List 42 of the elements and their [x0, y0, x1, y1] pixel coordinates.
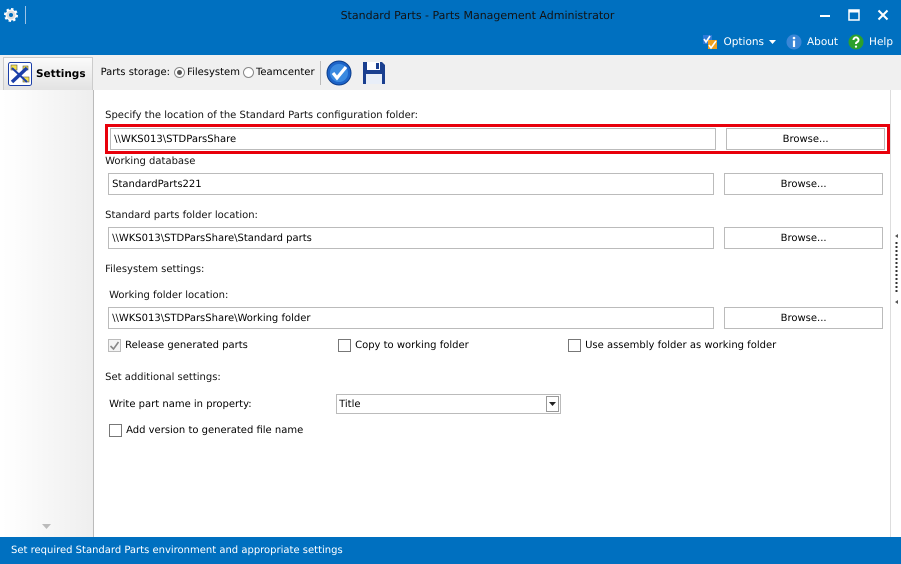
section-heading: Filesystem settings: — [105, 264, 206, 277]
tools-icon — [8, 62, 32, 86]
field-label: Specify the location of the Standard Parts configuration folder: — [105, 110, 420, 123]
scroll-down-icon — [42, 524, 52, 529]
status-bar: Set required Standard Parts environment and appropriate settings — [0, 537, 901, 564]
info-icon — [786, 34, 802, 50]
menu-item[interactable]: Help — [848, 34, 893, 50]
dropdown-arrow-icon — [549, 402, 556, 406]
checkmark-icon — [326, 60, 352, 86]
splitter-grip-icon — [894, 234, 898, 304]
browse-button[interactable]: Browse... — [724, 227, 884, 249]
checkbox[interactable]: Add version to generated file name — [109, 424, 890, 437]
text-field[interactable]: \\WKS013\STDParsShare — [110, 128, 716, 150]
radio-option[interactable]: Filesystem — [174, 67, 240, 78]
menu-item[interactable]: About — [786, 34, 838, 50]
browse-button[interactable]: Browse... — [724, 307, 884, 329]
caret-icon — [769, 40, 776, 44]
browse-button[interactable]: Browse... — [724, 173, 884, 195]
field-label: Write part name in property: — [109, 398, 253, 410]
field-label: Working database — [105, 156, 196, 169]
window-title: Standard Parts - Parts Management Administrator — [340, 8, 616, 22]
checkbox[interactable]: Copy to working folder — [338, 338, 568, 352]
field-label: Standard parts folder location: — [105, 210, 259, 223]
menu-item[interactable]: Options — [702, 34, 776, 50]
browse-button[interactable]: Browse... — [726, 128, 886, 150]
checklist-icon — [702, 34, 718, 50]
field-label: Working folder location: — [108, 290, 230, 303]
maximize-icon — [848, 9, 860, 21]
text-field[interactable]: StandardParts221 — [108, 173, 714, 195]
parts-storage-label: Parts storage: — [100, 67, 170, 78]
gear-icon — [3, 7, 19, 23]
text-field[interactable]: \\WKS013\STDParsShare\Standard parts — [108, 227, 714, 249]
section-heading: Set additional settings: — [105, 372, 222, 385]
checkbox[interactable]: Use assembly folder as working folder — [568, 338, 776, 352]
property-dropdown[interactable]: Title — [336, 394, 562, 414]
radio-option[interactable]: Teamcenter — [242, 67, 315, 78]
sidebar-tab[interactable]: Settings — [3, 57, 93, 90]
help-icon — [848, 34, 864, 50]
check-icon — [109, 340, 120, 350]
close-icon — [877, 9, 889, 21]
text-field[interactable]: \\WKS013\STDParsShare\Working folder — [108, 307, 714, 329]
save-icon — [362, 60, 386, 84]
